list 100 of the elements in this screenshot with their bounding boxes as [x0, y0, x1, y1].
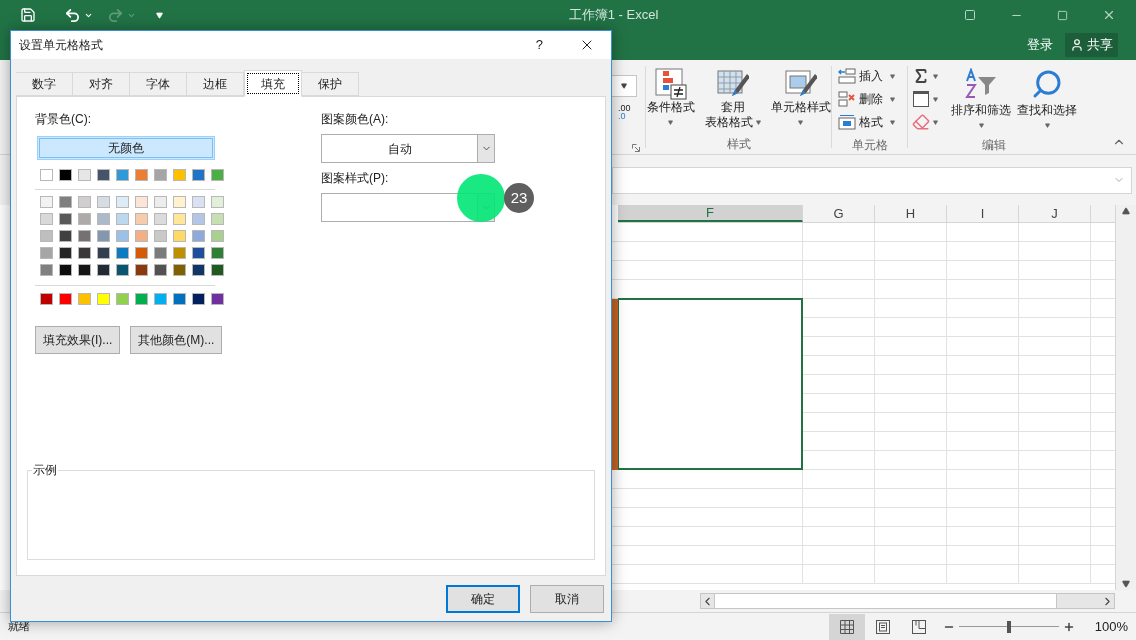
tab[interactable]: 数字	[16, 72, 73, 96]
column-header[interactable]: G	[803, 205, 875, 222]
color-swatch[interactable]	[116, 230, 129, 242]
color-swatch[interactable]	[173, 196, 186, 208]
color-swatch[interactable]	[211, 247, 224, 259]
color-swatch[interactable]	[173, 169, 186, 181]
more-colors-button[interactable]: 其他颜色(M)...	[130, 326, 223, 354]
color-swatch[interactable]	[173, 293, 186, 305]
color-swatch[interactable]	[40, 169, 53, 181]
color-swatch[interactable]	[40, 213, 53, 225]
color-swatch[interactable]	[192, 230, 205, 242]
color-swatch[interactable]	[97, 264, 110, 276]
color-swatch[interactable]	[173, 230, 186, 242]
color-swatch[interactable]	[40, 196, 53, 208]
sign-in-link[interactable]: 登录	[1027, 35, 1053, 55]
color-swatch[interactable]	[192, 169, 205, 181]
scroll-down-icon[interactable]	[1122, 580, 1130, 588]
ribbon-button[interactable]: 格式	[838, 113, 895, 131]
tab[interactable]: 字体	[130, 72, 187, 96]
color-swatch[interactable]	[59, 247, 72, 259]
pattern-color-dropdown[interactable]: 自动	[321, 134, 495, 163]
help-button[interactable]: ?	[535, 35, 543, 55]
color-swatch[interactable]	[154, 196, 167, 208]
fill-effects-button[interactable]: 填充效果(I)...	[35, 326, 121, 354]
ribbon-button[interactable]: 删除	[838, 90, 895, 108]
ok-button[interactable]: 确定	[446, 585, 520, 613]
color-swatch[interactable]	[78, 264, 91, 276]
color-swatch[interactable]	[116, 213, 129, 225]
color-swatch[interactable]	[116, 264, 129, 276]
color-swatch[interactable]	[59, 213, 72, 225]
customize-icon[interactable]	[156, 11, 163, 19]
color-swatch[interactable]	[135, 213, 148, 225]
zoom-level[interactable]: 100%	[1094, 616, 1128, 637]
color-swatch[interactable]	[78, 293, 91, 305]
color-swatch[interactable]	[154, 213, 167, 225]
color-swatch[interactable]	[192, 247, 205, 259]
tab[interactable]: 保护	[302, 72, 359, 96]
ribbon-button[interactable]: 套用 表格格式	[704, 68, 761, 135]
column-header[interactable]: H	[875, 205, 947, 222]
color-swatch[interactable]	[135, 247, 148, 259]
color-swatch[interactable]	[97, 230, 110, 242]
color-swatch[interactable]	[154, 230, 167, 242]
color-swatch[interactable]	[211, 213, 224, 225]
zoom-slider[interactable]	[958, 620, 1059, 633]
scroll-up-icon[interactable]	[1122, 207, 1130, 215]
color-swatch[interactable]	[40, 293, 53, 305]
undo-icon[interactable]	[64, 6, 81, 24]
color-swatch[interactable]	[116, 169, 129, 181]
ribbon-button[interactable]: 排序和筛选	[948, 60, 1014, 136]
color-swatch[interactable]	[59, 264, 72, 276]
color-swatch[interactable]	[135, 169, 148, 181]
color-swatch[interactable]	[135, 293, 148, 305]
color-swatch[interactable]	[97, 213, 110, 225]
ribbon-button[interactable]: 插入	[838, 67, 895, 85]
color-swatch[interactable]	[116, 196, 129, 208]
color-swatch[interactable]	[78, 230, 91, 242]
color-swatch[interactable]	[116, 293, 129, 305]
color-swatch[interactable]	[78, 247, 91, 259]
decrease-decimal-button[interactable]: .00 .0	[618, 104, 631, 120]
color-swatch[interactable]	[154, 169, 167, 181]
color-swatch[interactable]	[192, 293, 205, 305]
selected-range[interactable]	[618, 298, 803, 470]
tab[interactable]: 填充	[244, 70, 302, 97]
formula-bar[interactable]	[612, 166, 1132, 194]
color-swatch[interactable]	[192, 213, 205, 225]
ribbon-button[interactable]: 查找和选择	[1014, 60, 1080, 136]
color-swatch[interactable]	[154, 264, 167, 276]
color-swatch[interactable]	[173, 213, 186, 225]
color-swatch[interactable]	[192, 196, 205, 208]
color-swatch[interactable]	[173, 264, 186, 276]
color-swatch[interactable]	[211, 230, 224, 242]
color-swatch[interactable]	[173, 247, 186, 259]
column-header[interactable]: J	[1019, 205, 1091, 222]
color-swatch[interactable]	[78, 213, 91, 225]
color-swatch[interactable]	[78, 196, 91, 208]
number-format-dropdown[interactable]	[612, 75, 637, 97]
color-swatch[interactable]	[59, 293, 72, 305]
column-header[interactable]: I	[947, 205, 1019, 222]
color-swatch[interactable]	[59, 196, 72, 208]
color-swatch[interactable]	[116, 247, 129, 259]
color-swatch[interactable]	[40, 264, 53, 276]
color-swatch[interactable]	[97, 247, 110, 259]
color-swatch[interactable]	[154, 247, 167, 259]
cancel-button[interactable]: 取消	[530, 585, 604, 613]
color-swatch[interactable]	[97, 169, 110, 181]
tab[interactable]: 边框	[187, 72, 244, 96]
color-swatch[interactable]	[78, 169, 91, 181]
zoom-thumb[interactable]	[1006, 620, 1011, 633]
column-header[interactable]: F	[618, 205, 803, 222]
maximize-icon[interactable]	[1057, 9, 1068, 21]
color-swatch[interactable]	[154, 293, 167, 305]
color-swatch[interactable]	[211, 293, 224, 305]
horizontal-scrollbar[interactable]	[700, 593, 1115, 609]
color-swatch[interactable]	[97, 293, 110, 305]
view-button[interactable]	[828, 613, 865, 640]
ribbon-button[interactable]: 单元格样式	[770, 68, 831, 135]
color-swatch[interactable]	[40, 230, 53, 242]
color-swatch[interactable]	[40, 247, 53, 259]
color-swatch[interactable]	[59, 230, 72, 242]
ribbon-button[interactable]: 条件格式	[646, 68, 695, 135]
